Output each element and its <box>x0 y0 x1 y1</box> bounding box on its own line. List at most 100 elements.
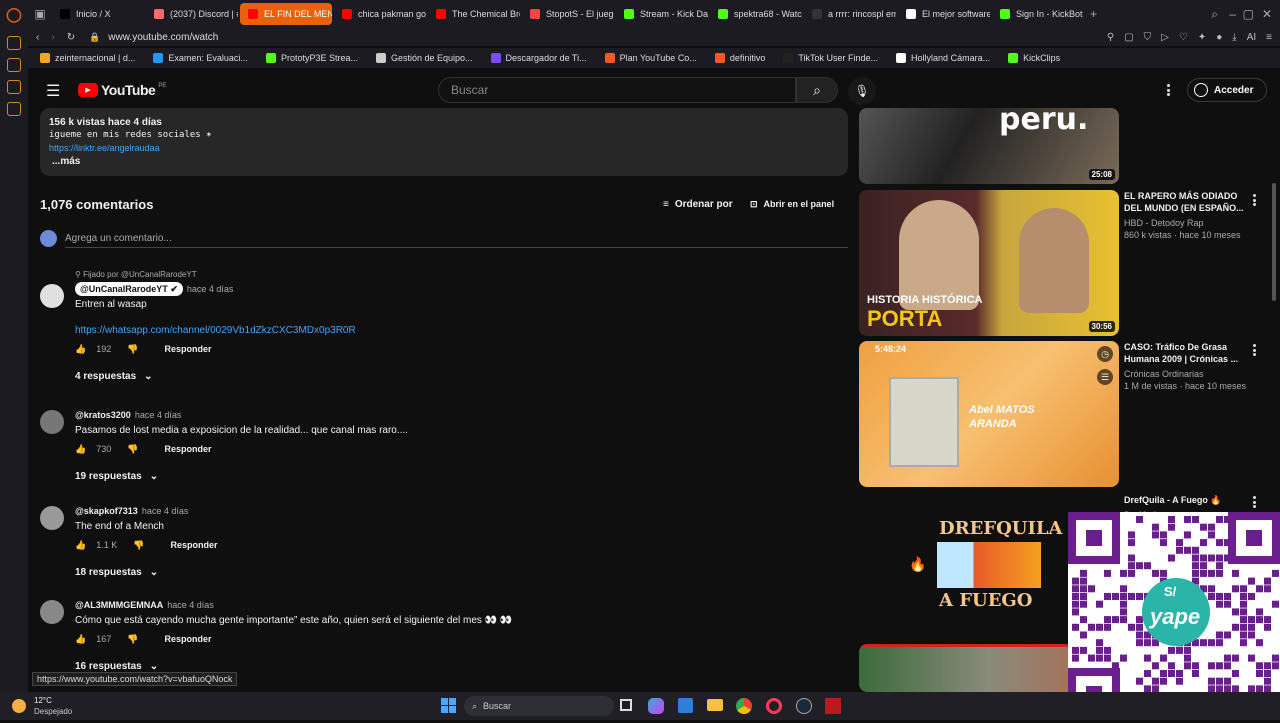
comment-link[interactable]: https://whatsapp.com/channel/0029Vb1dZkz… <box>75 324 356 338</box>
tab-overview-icon[interactable]: ▣ <box>28 7 52 21</box>
app-icon[interactable] <box>825 698 841 714</box>
menu-icon[interactable]: ≡ <box>1266 32 1272 43</box>
avatar[interactable] <box>40 284 64 308</box>
heart-icon[interactable]: ♡ <box>1179 32 1188 43</box>
new-tab-button[interactable]: + <box>1090 7 1097 21</box>
search-tabs-icon[interactable]: ⌕ <box>1211 7 1218 22</box>
add-comment-row[interactable]: Agrega un comentario... <box>40 230 848 248</box>
video-title[interactable]: EL RAPERO MÁS ODIADO DEL MUNDO (EN ESPAÑ… <box>1124 190 1254 214</box>
bookmark-item[interactable]: zeinternacional | d... <box>34 53 141 63</box>
comment-author-chip[interactable]: @UnCanalRarodeYT ✔ <box>75 282 183 296</box>
video-thumbnail[interactable]: HISTORIA HISTÓRICA PORTA 30:56 <box>859 190 1119 336</box>
reply-button[interactable]: Responder <box>164 442 211 456</box>
browser-tab[interactable]: Sign In - KickBot <box>992 3 1084 25</box>
search-button[interactable]: ⌕ <box>796 77 838 103</box>
reply-button[interactable]: Responder <box>164 632 211 646</box>
close-window-button[interactable]: ✕ <box>1262 7 1272 21</box>
view-replies-button[interactable]: 18 respuestas ⌄ <box>75 566 217 580</box>
bookmark-item[interactable]: Gestión de Equipo... <box>370 53 479 63</box>
video-thumbnail[interactable]: peru. 25:08 <box>859 108 1119 184</box>
opera-gx-icon[interactable] <box>766 698 782 714</box>
video-thumbnail[interactable]: 5:48:24 Abel MATOS ARANDA ◷ ☰ <box>859 341 1119 487</box>
video-description[interactable]: 156 k vistas hace 4 días igueme en mis r… <box>40 108 848 176</box>
download-icon[interactable]: ⤓ <box>1232 32 1236 43</box>
maximize-button[interactable]: ▢ <box>1243 7 1254 21</box>
signin-button[interactable]: Acceder <box>1187 78 1267 102</box>
dislike-icon[interactable]: 👎 <box>127 632 138 646</box>
browser-tab[interactable]: a rrrr: rincospl em <box>804 3 896 25</box>
bookmark-item[interactable]: KickClips <box>1002 53 1066 63</box>
video-title[interactable]: CASO: Tráfico De Grasa Humana 2009 | Cró… <box>1124 341 1254 365</box>
video-options-kebab-icon[interactable] <box>1253 194 1256 206</box>
toolbar-icon[interactable]: ⚲ <box>1107 32 1114 43</box>
reply-button[interactable]: Responder <box>164 342 211 356</box>
like-icon[interactable]: 👍 <box>75 342 86 356</box>
chrome-icon[interactable] <box>736 698 752 714</box>
sidebar-icon[interactable] <box>7 80 21 94</box>
taskview-icon[interactable] <box>620 699 632 711</box>
sort-button[interactable]: ≡ Ordenar por <box>663 199 733 210</box>
snapshot-icon[interactable]: ▢ <box>1124 32 1133 43</box>
add-comment-input[interactable]: Agrega un comentario... <box>65 233 172 244</box>
reload-icon[interactable]: ↻ <box>67 32 75 43</box>
forward-icon[interactable]: › <box>51 32 54 43</box>
browser-tab[interactable]: Inicio / X <box>52 3 144 25</box>
show-more-link[interactable]: ...más <box>52 155 839 168</box>
minimize-button[interactable]: – <box>1229 7 1236 21</box>
bookmark-item[interactable]: definitivo <box>709 53 772 63</box>
scrollbar[interactable] <box>1272 183 1276 301</box>
taskbar-search[interactable]: ⌕ Buscar <box>464 696 614 716</box>
video-channel[interactable]: Crónicas Ordinarias <box>1124 368 1254 380</box>
sidebar-icon[interactable] <box>7 36 21 50</box>
bookmark-item[interactable]: Examen: Evaluaci... <box>147 53 254 63</box>
copilot-icon[interactable] <box>648 698 664 714</box>
video-info[interactable]: CASO: Tráfico De Grasa Humana 2009 | Cró… <box>1124 341 1254 392</box>
comment-time[interactable]: hace 4 días <box>187 282 234 296</box>
description-link[interactable]: https://linktr.ee/angelraudaa <box>49 142 839 155</box>
bookmark-item[interactable]: PrototyP3E Strea... <box>260 53 364 63</box>
like-icon[interactable]: 👍 <box>75 442 86 456</box>
weather-icon[interactable] <box>12 699 26 713</box>
ai-button[interactable]: AI <box>1247 32 1256 43</box>
browser-tab[interactable]: chica pakman gon <box>334 3 426 25</box>
bookmark-item[interactable]: Hollyland Cámara... <box>890 53 996 63</box>
avatar[interactable] <box>40 600 64 624</box>
video-options-kebab-icon[interactable] <box>1253 344 1256 356</box>
view-replies-button[interactable]: 4 respuestas ⌄ <box>75 370 356 384</box>
like-icon[interactable]: 👍 <box>75 632 86 646</box>
extensions-icon[interactable]: ✦ <box>1198 32 1206 43</box>
reply-button[interactable]: Responder <box>170 538 217 552</box>
folder-icon[interactable] <box>707 699 723 711</box>
comment-time[interactable]: hace 4 días <box>135 408 182 422</box>
video-title[interactable]: DrefQuila - A Fuego 🔥 <box>1124 494 1254 506</box>
avatar[interactable] <box>40 506 64 530</box>
store-icon[interactable] <box>678 698 693 713</box>
bookmark-item[interactable]: TikTok User Finde... <box>777 53 884 63</box>
dislike-icon[interactable]: 👎 <box>127 342 138 356</box>
url-field[interactable]: www.youtube.com/watch <box>108 32 218 43</box>
sidebar-icon[interactable] <box>7 58 21 72</box>
browser-tab[interactable]: El mejor software <box>898 3 990 25</box>
video-channel[interactable]: HBD - Detodoy Rap <box>1124 217 1254 229</box>
back-icon[interactable]: ‹ <box>36 32 39 43</box>
start-icon[interactable] <box>441 698 456 713</box>
shield-icon[interactable]: ⛉ <box>1144 32 1152 43</box>
youtube-logo[interactable]: ▶ YouTube PE <box>78 82 166 98</box>
video-options-kebab-icon[interactable] <box>1253 496 1256 508</box>
comment-time[interactable]: hace 4 días <box>167 598 214 612</box>
profile-icon[interactable]: ● <box>1216 32 1222 43</box>
avatar[interactable] <box>40 410 64 434</box>
steam-icon[interactable] <box>796 698 812 714</box>
browser-tab[interactable]: spektra68 - Watc <box>710 3 802 25</box>
browser-tab[interactable]: Stream - Kick Das <box>616 3 708 25</box>
browser-tab[interactable]: StopotS - El juego <box>522 3 614 25</box>
like-icon[interactable]: 👍 <box>75 538 86 552</box>
browser-tab[interactable]: (2037) Discord | # <box>146 3 238 25</box>
dislike-icon[interactable]: 👎 <box>127 442 138 456</box>
open-panel-button[interactable]: ⊡ Abrir en el panel <box>750 199 834 210</box>
comment-author[interactable]: @skapkof7313 <box>75 504 138 518</box>
bookmark-item[interactable]: Plan YouTube Co... <box>599 53 703 63</box>
comment-author[interactable]: @AL3MMMGEMNAA <box>75 598 163 612</box>
view-replies-button[interactable]: 19 respuestas ⌄ <box>75 470 408 484</box>
watch-later-icon[interactable]: ◷ <box>1097 346 1113 362</box>
